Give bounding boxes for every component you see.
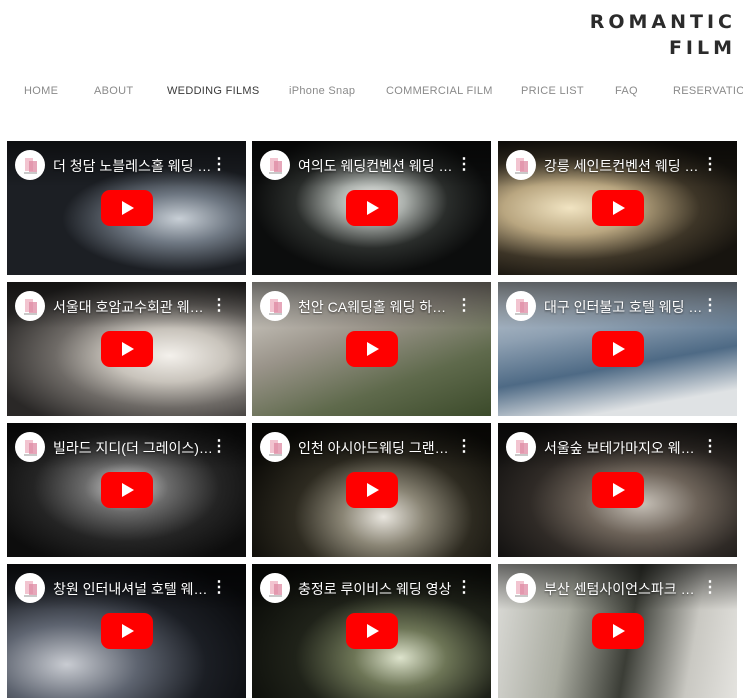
channel-avatar-icon[interactable] — [506, 150, 536, 180]
channel-avatar-icon[interactable] — [15, 432, 45, 462]
youtube-play-icon[interactable] — [346, 331, 398, 367]
more-vert-icon[interactable]: ⋮ — [211, 437, 227, 457]
channel-avatar-icon[interactable] — [506, 573, 536, 603]
brand-line-2: FILM — [668, 37, 736, 59]
brand-line-1: ROMANTIC — [589, 11, 736, 33]
video-card[interactable]: 서울대 호암교수회관 웨딩 영상 ⋮ — [7, 282, 246, 416]
youtube-play-icon[interactable] — [346, 472, 398, 508]
video-card[interactable]: 충정로 루이비스 웨딩 영상 ⋮ — [252, 564, 491, 698]
more-vert-icon[interactable]: ⋮ — [456, 578, 472, 598]
channel-avatar-icon[interactable] — [506, 291, 536, 321]
video-title[interactable]: 빌라드 지디(더 그레이스) 웨딩 — [53, 438, 213, 456]
channel-avatar-icon[interactable] — [15, 573, 45, 603]
nav-home[interactable]: HOME — [24, 85, 58, 97]
video-title[interactable]: 대구 인터불고 호텔 웨딩 영상 — [544, 297, 704, 315]
video-title[interactable]: 부산 센텀사이언스파크 웨딩 영상 — [544, 579, 704, 597]
more-vert-icon[interactable]: ⋮ — [211, 578, 227, 598]
channel-avatar-icon[interactable] — [15, 150, 45, 180]
video-title[interactable]: 더 청담 노블레스홀 웨딩 영상 — [53, 156, 213, 174]
video-card[interactable]: 여의도 웨딩컨벤션 웨딩 영상 ⋮ — [252, 141, 491, 275]
youtube-play-icon[interactable] — [592, 331, 644, 367]
video-title[interactable]: 인천 아시아드웨딩 그랜드홀 — [298, 438, 458, 456]
video-card[interactable]: 창원 인터내셔널 호텔 웨딩 영상 ⋮ — [7, 564, 246, 698]
video-title[interactable]: 서울숲 보테가마지오 웨딩 영상 — [544, 438, 704, 456]
youtube-play-icon[interactable] — [101, 613, 153, 649]
nav-faq[interactable]: FAQ — [615, 85, 638, 97]
more-vert-icon[interactable]: ⋮ — [456, 437, 472, 457]
more-vert-icon[interactable]: ⋮ — [702, 437, 718, 457]
video-title[interactable]: 창원 인터내셔널 호텔 웨딩 영상 — [53, 579, 213, 597]
youtube-play-icon[interactable] — [346, 190, 398, 226]
channel-avatar-icon[interactable] — [260, 150, 290, 180]
video-card[interactable]: 빌라드 지디(더 그레이스) 웨딩 ⋮ — [7, 423, 246, 557]
channel-avatar-icon[interactable] — [260, 432, 290, 462]
youtube-play-icon[interactable] — [346, 613, 398, 649]
youtube-play-icon[interactable] — [101, 331, 153, 367]
video-card[interactable]: 인천 아시아드웨딩 그랜드홀 ⋮ — [252, 423, 491, 557]
youtube-play-icon[interactable] — [101, 472, 153, 508]
brand-logo[interactable]: ROMANTIC FILM — [590, 9, 736, 61]
video-title[interactable]: 여의도 웨딩컨벤션 웨딩 영상 — [298, 156, 458, 174]
nav-commercial-film[interactable]: COMMERCIAL FILM — [386, 85, 493, 97]
more-vert-icon[interactable]: ⋮ — [456, 296, 472, 316]
more-vert-icon[interactable]: ⋮ — [702, 578, 718, 598]
nav-iphone-snap[interactable]: iPhone Snap — [289, 85, 355, 97]
video-title[interactable]: 서울대 호암교수회관 웨딩 영상 — [53, 297, 213, 315]
video-card[interactable]: 부산 센텀사이언스파크 웨딩 영상 ⋮ — [498, 564, 737, 698]
video-card[interactable]: 천안 CA웨딩홀 웨딩 하이라이트 ⋮ — [252, 282, 491, 416]
nav-price-list[interactable]: PRICE LIST — [521, 85, 584, 97]
more-vert-icon[interactable]: ⋮ — [211, 296, 227, 316]
video-title[interactable]: 천안 CA웨딩홀 웨딩 하이라이트 — [298, 297, 458, 315]
video-card[interactable]: 강릉 세인트컨벤션 웨딩 영상 ⋮ — [498, 141, 737, 275]
more-vert-icon[interactable]: ⋮ — [456, 155, 472, 175]
more-vert-icon[interactable]: ⋮ — [702, 296, 718, 316]
channel-avatar-icon[interactable] — [15, 291, 45, 321]
nav-wedding-films[interactable]: WEDDING FILMS — [167, 85, 260, 97]
more-vert-icon[interactable]: ⋮ — [211, 155, 227, 175]
youtube-play-icon[interactable] — [592, 472, 644, 508]
video-card[interactable]: 서울숲 보테가마지오 웨딩 영상 ⋮ — [498, 423, 737, 557]
nav-about[interactable]: ABOUT — [94, 85, 133, 97]
video-card[interactable]: 대구 인터불고 호텔 웨딩 영상 ⋮ — [498, 282, 737, 416]
channel-avatar-icon[interactable] — [506, 432, 536, 462]
more-vert-icon[interactable]: ⋮ — [702, 155, 718, 175]
nav-reservation[interactable]: RESERVATION — [673, 85, 743, 97]
video-title[interactable]: 충정로 루이비스 웨딩 영상 — [298, 579, 458, 597]
youtube-play-icon[interactable] — [592, 190, 644, 226]
channel-avatar-icon[interactable] — [260, 573, 290, 603]
youtube-play-icon[interactable] — [592, 613, 644, 649]
main-nav: HOME ABOUT WEDDING FILMS iPhone Snap COM… — [0, 85, 743, 101]
video-title[interactable]: 강릉 세인트컨벤션 웨딩 영상 — [544, 156, 704, 174]
channel-avatar-icon[interactable] — [260, 291, 290, 321]
youtube-play-icon[interactable] — [101, 190, 153, 226]
video-card[interactable]: 더 청담 노블레스홀 웨딩 영상 ⋮ — [7, 141, 246, 275]
